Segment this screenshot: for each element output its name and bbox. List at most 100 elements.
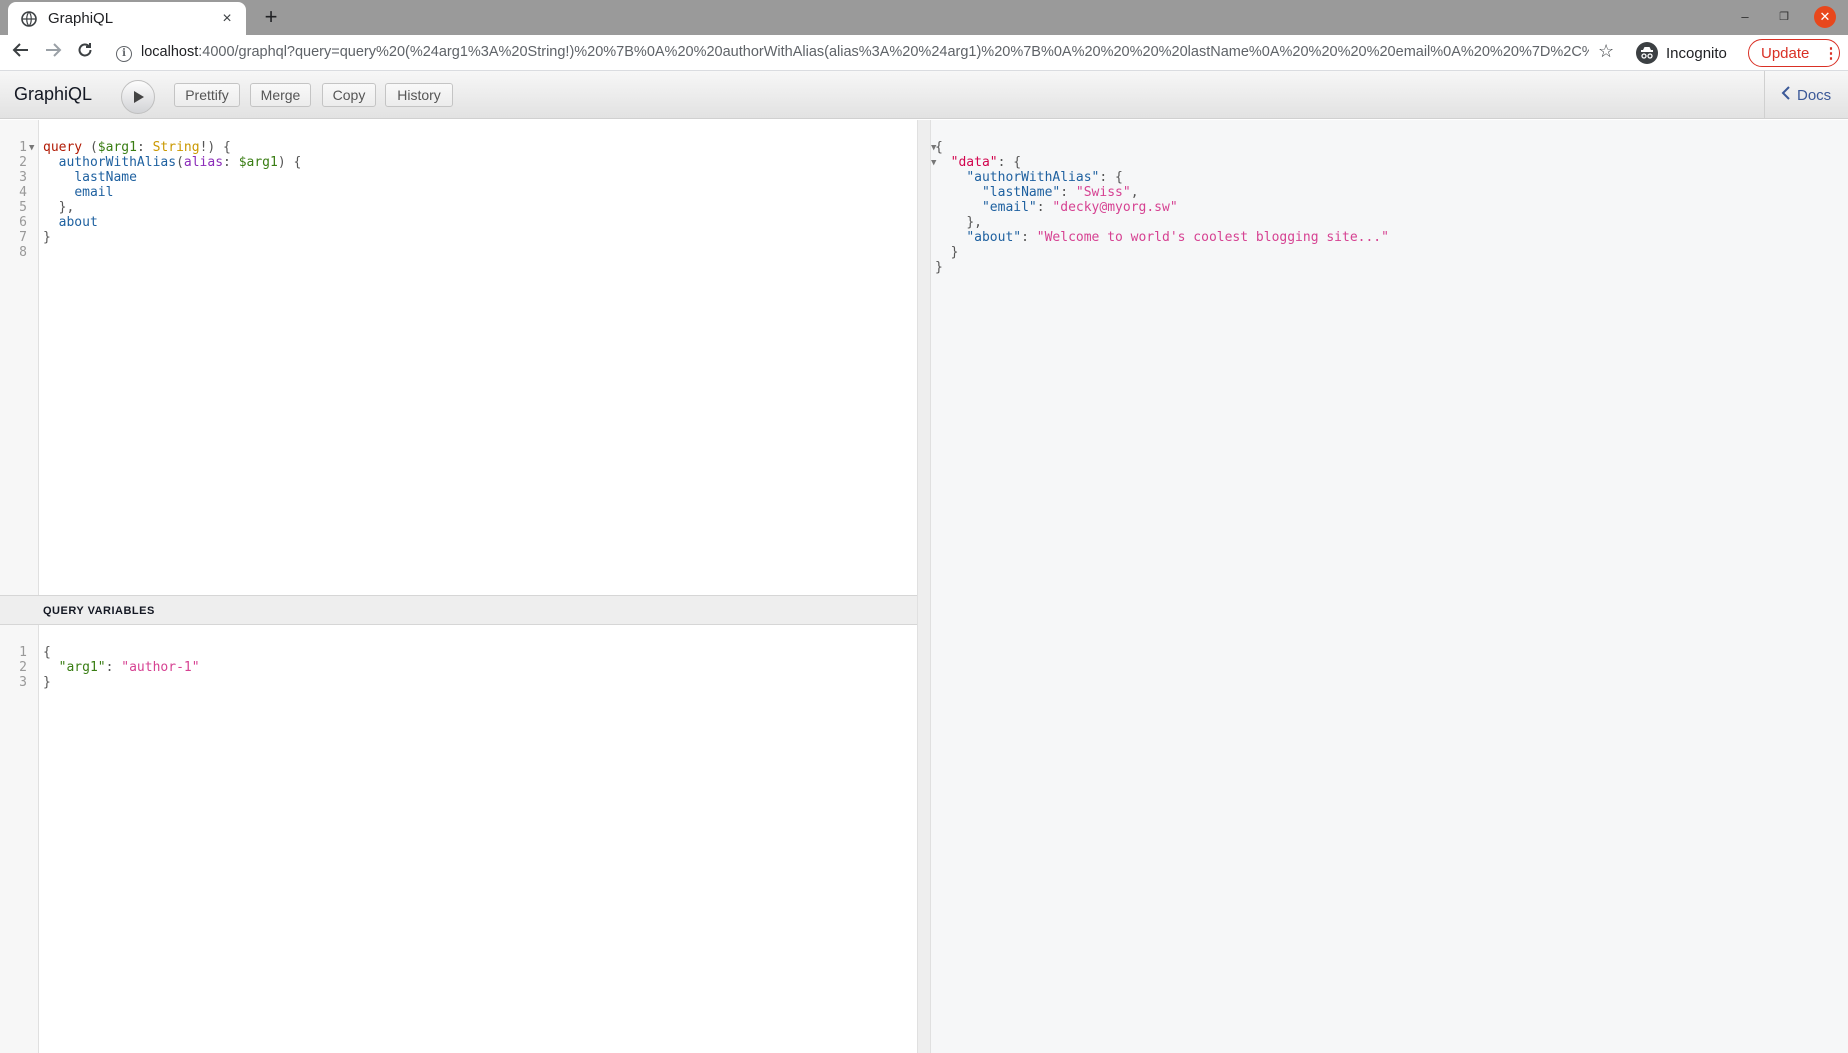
argument-token: alias — [183, 155, 224, 170]
token: ) { — [277, 155, 302, 170]
play-icon — [134, 91, 144, 103]
tab-close-icon[interactable]: × — [218, 10, 236, 28]
json-key-token: "arg1" — [58, 660, 106, 675]
update-label: Update — [1761, 44, 1810, 62]
query-editor[interactable]: 1 2 3 4 5 6 7 8 ▼ query ($arg1: String!)… — [0, 120, 917, 595]
token: }, — [966, 215, 982, 230]
bookmark-star-icon[interactable]: ☆ — [1598, 41, 1614, 62]
query-line: email — [43, 185, 113, 200]
result-line: "lastName": "Swiss", — [935, 185, 1139, 200]
incognito-indicator[interactable]: Incognito — [1636, 42, 1727, 64]
query-line: }, — [43, 200, 75, 215]
result-viewer: ▼ ▼ { "data": { "authorWithAlias": { "la… — [931, 120, 1848, 1053]
string-token: "Swiss" — [1075, 185, 1131, 200]
line-number: 8 — [19, 245, 27, 260]
token: ( — [82, 140, 98, 155]
query-line: authorWithAlias(alias: $arg1) { — [43, 155, 302, 170]
docs-label: Docs — [1797, 86, 1832, 104]
window-restore-button[interactable]: ❐ — [1775, 8, 1793, 26]
token: , — [1130, 185, 1139, 200]
token: : — [1036, 200, 1053, 215]
result-line: "email": "decky@myorg.sw" — [935, 200, 1178, 215]
url-host: localhost — [141, 44, 199, 60]
token: : { — [997, 155, 1022, 170]
variables-editor[interactable]: 1 2 3 { "arg1": "author-1" } — [0, 625, 917, 1053]
json-key-token: "authorWithAlias" — [966, 170, 1100, 185]
execute-query-button[interactable] — [121, 80, 155, 114]
fold-arrow-icon[interactable]: ▼ — [29, 141, 34, 156]
variables-gutter: 1 2 3 — [0, 625, 39, 1053]
incognito-icon — [1636, 42, 1658, 64]
query-line: lastName — [43, 170, 137, 185]
site-info-icon[interactable]: i — [116, 46, 132, 62]
variables-line: "arg1": "author-1" — [43, 660, 200, 675]
token: : — [223, 155, 239, 170]
json-key-token: "data" — [950, 155, 998, 170]
query-keyword: query — [43, 140, 83, 155]
line-number: 2 — [19, 155, 27, 170]
line-number: 1 — [19, 645, 27, 660]
new-tab-button[interactable]: + — [258, 4, 284, 30]
line-number: 3 — [19, 675, 27, 690]
token: }, — [58, 200, 75, 215]
result-line: "authorWithAlias": { — [935, 170, 1123, 185]
graphiql-topbar: GraphiQL Prettify Merge Copy History Doc… — [0, 71, 1848, 119]
address-bar[interactable]: localhost:4000/graphql?query=query%20(%2… — [141, 44, 1589, 60]
variables-line: } — [43, 675, 51, 690]
result-line: "data": { — [935, 155, 1021, 170]
result-line: { — [935, 140, 943, 155]
back-arrow-icon[interactable] — [9, 41, 33, 65]
copy-button[interactable]: Copy — [322, 83, 376, 107]
browser-toolbar: i localhost:4000/graphql?query=query%20(… — [0, 35, 1848, 71]
string-token: "Welcome to world's coolest blogging sit… — [1036, 230, 1389, 245]
token: { — [935, 140, 943, 155]
result-line: "about": "Welcome to world's coolest blo… — [935, 230, 1389, 245]
docs-button[interactable]: Docs — [1764, 71, 1848, 119]
line-number: 7 — [19, 230, 27, 245]
graphiql-title: GraphiQL — [14, 84, 93, 104]
token: } — [935, 260, 943, 275]
update-button[interactable]: Update ⋮ — [1748, 39, 1840, 67]
incognito-label: Incognito — [1666, 44, 1727, 62]
field-token: authorWithAlias — [58, 155, 177, 170]
window-close-button[interactable]: ✕ — [1814, 6, 1836, 28]
string-token: "author-1" — [121, 660, 200, 675]
query-line: } — [43, 230, 51, 245]
browser-tabstrip: GraphiQL × + – ❐ ✕ — [0, 0, 1848, 35]
token: } — [43, 675, 51, 690]
result-line: } — [935, 245, 959, 260]
token: } — [43, 230, 51, 245]
json-key-token: "email" — [981, 200, 1037, 215]
forward-arrow-icon[interactable] — [41, 41, 65, 65]
token: : { — [1099, 170, 1123, 185]
query-variables-title: QUERY VARIABLES — [43, 605, 155, 617]
pane-resize-handle[interactable] — [917, 120, 931, 1053]
history-button[interactable]: History — [385, 83, 453, 107]
line-number: 6 — [19, 215, 27, 230]
query-line: about — [43, 215, 98, 230]
token: { — [43, 645, 51, 660]
reload-icon[interactable] — [73, 41, 97, 65]
type-token: String — [152, 140, 200, 155]
merge-button[interactable]: Merge — [250, 83, 311, 107]
token: !) { — [199, 140, 231, 155]
field-token: lastName — [74, 170, 137, 185]
line-number: 5 — [19, 200, 27, 215]
token: : — [105, 660, 122, 675]
string-token: "decky@myorg.sw" — [1052, 200, 1178, 215]
field-token: about — [58, 215, 98, 230]
field-token: email — [74, 185, 114, 200]
browser-tab-graphiql[interactable]: GraphiQL × — [8, 2, 246, 35]
query-line: query ($arg1: String!) { — [43, 140, 231, 155]
result-line: } — [935, 260, 943, 275]
json-key-token: "about" — [966, 230, 1022, 245]
query-variables-header[interactable]: QUERY VARIABLES — [0, 595, 917, 625]
line-number: 2 — [19, 660, 27, 675]
kebab-menu-icon: ⋮ — [1823, 45, 1839, 62]
variable-token: $arg1 — [238, 155, 278, 170]
line-number: 4 — [19, 185, 27, 200]
globe-icon — [20, 10, 38, 28]
token: : — [1021, 230, 1037, 245]
prettify-button[interactable]: Prettify — [174, 83, 240, 107]
window-minimize-button[interactable]: – — [1736, 8, 1754, 26]
